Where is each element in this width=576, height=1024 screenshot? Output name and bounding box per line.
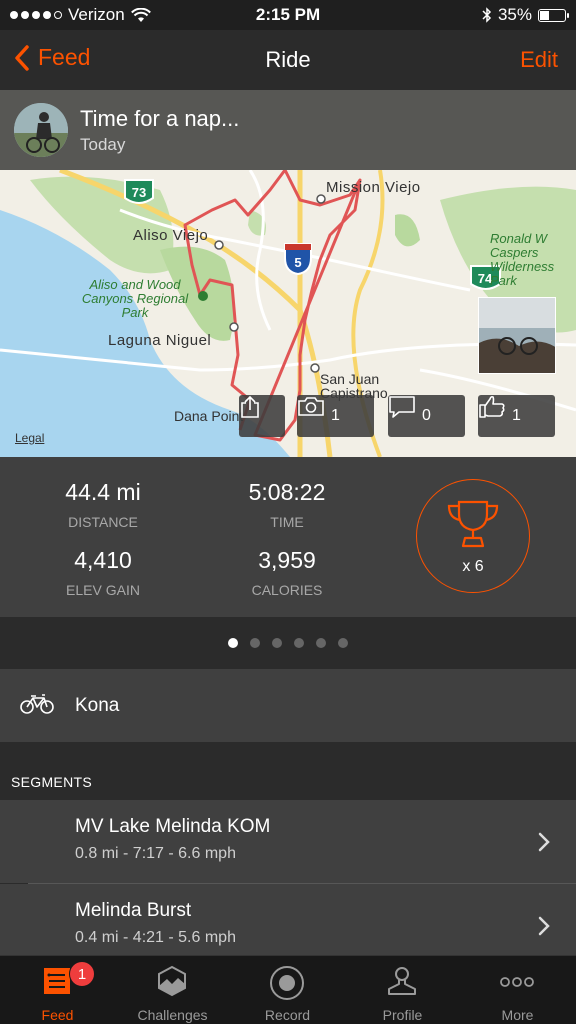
bicycle-icon: [20, 694, 54, 714]
battery-percent: 35%: [497, 5, 532, 24]
tab-record[interactable]: Record: [230, 956, 345, 1024]
stat-time: 5:08:22 TIME: [202, 479, 372, 530]
share-icon: [241, 395, 259, 418]
record-icon: [270, 966, 304, 1000]
map-label-aliso-wood-canyons: Aliso and Wood Canyons Regional Park: [81, 277, 189, 320]
page-dot-6[interactable]: [338, 638, 348, 648]
tab-bar: 1 Feed Challenges Record Profile More: [0, 955, 576, 1024]
segments-heading: SEGMENTS: [11, 774, 92, 790]
segment-name: Melinda Burst: [75, 900, 192, 921]
kudos-count: 1: [512, 407, 521, 424]
page-dot-1[interactable]: [228, 638, 238, 648]
svg-text:73: 73: [132, 185, 146, 200]
page-dot-3[interactable]: [272, 638, 282, 648]
time-value: 5:08:22: [248, 479, 326, 505]
tab-feed[interactable]: 1 Feed: [0, 956, 115, 1024]
map-label-laguna-niguel: Laguna Niguel: [108, 332, 212, 349]
time-label: TIME: [270, 514, 304, 530]
segment-row[interactable]: MV Lake Melinda KOM 0.8 mi - 7:17 - 6.6 …: [0, 800, 576, 883]
stat-elev-gain: 4,410 ELEV GAIN: [18, 547, 188, 598]
activity-stats: 44.4 mi DISTANCE 5:08:22 TIME 4,410 ELEV…: [0, 457, 576, 617]
calories-value: 3,959: [258, 547, 316, 573]
tab-label: More: [501, 1007, 534, 1023]
distance-value: 44.4 mi: [65, 479, 141, 505]
activity-photo-thumbnail[interactable]: [478, 297, 556, 374]
elev-gain-value: 4,410: [74, 547, 132, 573]
tab-challenges[interactable]: Challenges: [115, 956, 230, 1024]
page-title: Ride: [265, 47, 311, 72]
tab-more[interactable]: More: [460, 956, 575, 1024]
calories-label: CALORIES: [251, 582, 323, 598]
map-label-dana-point: Dana Point: [174, 408, 244, 424]
kudos-button[interactable]: 1: [478, 395, 555, 437]
chevron-right-icon: [538, 832, 550, 852]
achievements-button[interactable]: x 6: [416, 479, 530, 593]
share-button[interactable]: [239, 395, 285, 437]
more-icon: [500, 977, 534, 987]
segment-details: 0.4 mi - 4:21 - 5.6 mph: [75, 929, 236, 946]
map-label-mission-viejo: Mission Viejo: [326, 179, 421, 196]
route-map[interactable]: 73 5 74 Mission Viejo Aliso Viejo Laguna…: [0, 170, 576, 457]
page-dot-2[interactable]: [250, 638, 260, 648]
tab-label: Challenges: [137, 1007, 208, 1023]
gear-row[interactable]: Kona: [0, 669, 576, 742]
status-right: 35%: [482, 5, 569, 25]
trophy-icon: [447, 500, 499, 548]
navigation-bar: Feed Ride Edit: [0, 30, 576, 90]
gear-name: Kona: [75, 695, 120, 716]
bluetooth-icon: [482, 7, 492, 23]
comment-count: 0: [422, 407, 431, 424]
stat-distance: 44.4 mi DISTANCE: [18, 479, 188, 530]
svg-text:5: 5: [294, 255, 301, 270]
segment-name: MV Lake Melinda KOM: [75, 816, 271, 837]
stat-calories: 3,959 CALORIES: [202, 547, 372, 598]
interstate-5-shield: 5: [284, 243, 312, 276]
activity-date: Today: [80, 135, 126, 154]
comment-icon: [389, 396, 415, 418]
chevron-right-icon: [538, 916, 550, 936]
segments-header: SEGMENTS: [0, 742, 576, 800]
tab-profile[interactable]: Profile: [345, 956, 460, 1024]
status-bar: Verizon 2:15 PM 35%: [0, 0, 576, 30]
highway-73-shield: 73: [124, 179, 154, 204]
tab-label: Feed: [41, 1007, 74, 1023]
camera-icon: [298, 397, 324, 416]
segment-details: 0.8 mi - 7:17 - 6.6 mph: [75, 845, 236, 862]
activity-name: Time for a nap...: [80, 106, 240, 131]
map-label-aliso-viejo: Aliso Viejo: [133, 227, 209, 244]
avatar[interactable]: [14, 103, 68, 157]
elev-gain-label: ELEV GAIN: [66, 582, 140, 598]
notification-badge: 1: [69, 961, 95, 987]
map-legal-link[interactable]: Legal: [15, 431, 44, 445]
page-dot-4[interactable]: [294, 638, 304, 648]
tab-label: Record: [264, 1007, 311, 1023]
photos-button[interactable]: 1: [297, 395, 374, 437]
comments-button[interactable]: 0: [388, 395, 465, 437]
profile-icon: [388, 967, 416, 995]
page-dot-5[interactable]: [316, 638, 326, 648]
map-label-caspers-park: Ronald W Caspers Wilderness Park: [490, 231, 555, 288]
tab-label: Profile: [382, 1007, 423, 1023]
challenges-icon: [158, 965, 186, 997]
stats-page-indicator[interactable]: [0, 617, 576, 669]
photo-count: 1: [331, 407, 340, 424]
activity-header[interactable]: Time for a nap... Today: [0, 90, 576, 170]
edit-button[interactable]: Edit: [520, 47, 558, 73]
distance-label: DISTANCE: [68, 514, 138, 530]
thumbs-up-icon: [479, 395, 505, 418]
battery-icon: [538, 8, 569, 22]
achievement-count: x 6: [462, 558, 484, 575]
